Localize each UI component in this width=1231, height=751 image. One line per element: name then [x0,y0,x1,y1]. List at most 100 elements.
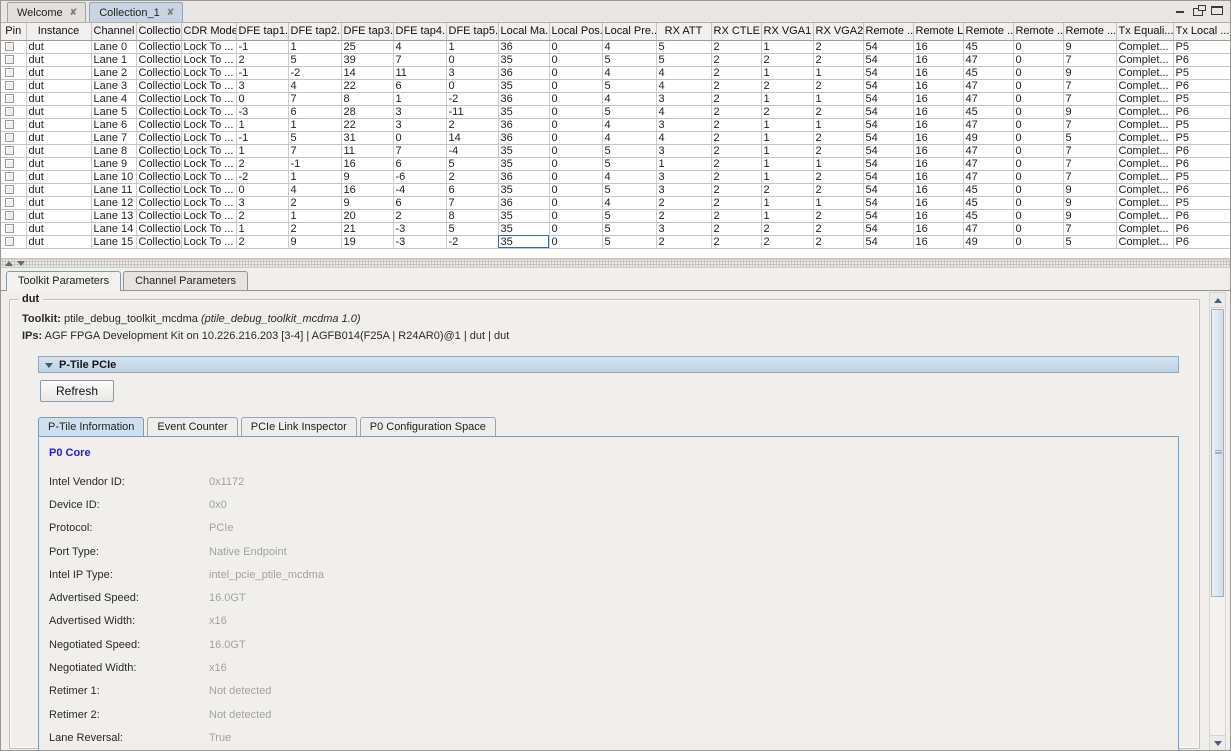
table-cell[interactable]: 16 [913,40,963,53]
table-cell[interactable]: 2 [711,79,761,92]
table-cell[interactable]: 2 [711,118,761,131]
table-cell[interactable]: P6 [1173,222,1230,235]
column-header[interactable]: Instance [26,23,91,40]
table-cell[interactable]: 54 [863,209,913,222]
tab-welcome[interactable]: Welcome ✘ [7,2,86,22]
table-cell[interactable]: -6 [393,170,446,183]
table-cell[interactable]: 25 [341,40,393,53]
table-cell[interactable]: 4 [288,79,341,92]
table-cell[interactable]: 45 [963,183,1013,196]
splitter-down-icon[interactable] [17,261,25,266]
table-cell[interactable]: 16 [913,92,963,105]
table-cell[interactable]: Lane 2 [91,66,136,79]
table-cell[interactable]: 16 [913,131,963,144]
column-header[interactable]: RX CTLE ... [711,23,761,40]
table-cell[interactable]: Lane 14 [91,222,136,235]
pin-checkbox[interactable] [5,185,14,194]
table-cell[interactable]: 5 [602,53,656,66]
table-cell[interactable]: -11 [446,105,498,118]
table-cell[interactable]: Complet... [1116,209,1173,222]
table-cell[interactable]: 3 [393,118,446,131]
table-cell[interactable]: Collectio... [136,144,181,157]
table-cell[interactable]: 0 [1013,40,1063,53]
table-cell[interactable]: 5 [602,222,656,235]
column-header[interactable]: Local Pre... [602,23,656,40]
table-cell[interactable]: 4 [656,131,711,144]
table-cell[interactable]: 1 [761,157,813,170]
column-header[interactable]: Collection [136,23,181,40]
table-cell[interactable]: Collectio... [136,183,181,196]
table-cell[interactable]: 2 [236,53,288,66]
table-cell[interactable]: 35 [498,105,549,118]
table-cell[interactable]: 0 [1013,222,1063,235]
column-header[interactable]: Remote L... [913,23,963,40]
column-header[interactable]: DFE tap1... [236,23,288,40]
table-cell[interactable]: Complet... [1116,92,1173,105]
table-cell[interactable]: 54 [863,144,913,157]
table-cell[interactable]: 1 [236,144,288,157]
refresh-button[interactable]: Refresh [40,380,114,402]
pin-checkbox[interactable] [5,224,14,233]
table-cell[interactable]: 7 [1063,92,1116,105]
tab-toolkit-parameters[interactable]: Toolkit Parameters [6,271,121,291]
table-cell[interactable]: 2 [711,131,761,144]
close-icon[interactable]: ✘ [70,8,78,17]
column-header[interactable]: Remote ... [1063,23,1116,40]
table-cell[interactable]: 0 [1013,170,1063,183]
table-cell[interactable]: 0 [393,131,446,144]
table-cell[interactable]: Lock To ... [181,144,236,157]
table-cell[interactable]: 2 [711,157,761,170]
table-cell[interactable]: 28 [341,105,393,118]
table-cell[interactable]: 2 [761,183,813,196]
table-cell[interactable]: P6 [1173,144,1230,157]
table-cell[interactable]: 4 [602,92,656,105]
table-cell[interactable]: 16 [913,144,963,157]
table-cell[interactable]: dut [26,66,91,79]
table-cell[interactable]: 0 [549,66,602,79]
scroll-up-icon[interactable] [1210,293,1225,308]
table-cell[interactable]: -1 [236,131,288,144]
table-cell[interactable]: 0 [1013,105,1063,118]
table-cell[interactable]: 36 [498,196,549,209]
table-cell[interactable]: P6 [1173,53,1230,66]
table-cell[interactable]: 1 [761,66,813,79]
table-cell[interactable]: 2 [656,235,711,248]
table-cell[interactable]: P6 [1173,209,1230,222]
table-cell[interactable]: 0 [549,209,602,222]
table-cell[interactable]: 54 [863,235,913,248]
table-cell[interactable]: 36 [498,118,549,131]
table-cell[interactable]: 49 [963,131,1013,144]
table-cell[interactable]: 47 [963,118,1013,131]
table-cell[interactable]: -1 [288,157,341,170]
vertical-scrollbar[interactable] [1209,292,1226,751]
table-cell[interactable]: 0 [549,118,602,131]
table-cell[interactable]: 2 [711,53,761,66]
table-cell[interactable]: 16 [913,66,963,79]
table-cell[interactable]: Collectio... [136,157,181,170]
table-cell[interactable]: P5 [1173,118,1230,131]
table-cell[interactable]: 2 [656,209,711,222]
pin-checkbox[interactable] [5,68,14,77]
table-cell[interactable]: -1 [236,66,288,79]
table-cell[interactable]: 5 [446,222,498,235]
table-cell[interactable]: 14 [446,131,498,144]
table-cell[interactable]: 4 [656,66,711,79]
table-cell[interactable]: 54 [863,66,913,79]
column-header[interactable]: Local Ma... [498,23,549,40]
table-cell[interactable]: 16 [341,183,393,196]
column-header[interactable]: Remote ... [1013,23,1063,40]
table-cell[interactable]: 3 [656,118,711,131]
table-cell[interactable]: 2 [446,118,498,131]
table-cell[interactable]: 2 [236,235,288,248]
table-cell[interactable]: 9 [1063,183,1116,196]
table-cell[interactable]: 0 [1013,183,1063,196]
table-cell[interactable]: Complet... [1116,157,1173,170]
table-cell[interactable]: 16 [913,170,963,183]
table-cell[interactable]: Lock To ... [181,170,236,183]
table-cell[interactable]: 9 [1063,40,1116,53]
table-cell[interactable]: 8 [446,209,498,222]
table-cell[interactable]: 54 [863,53,913,66]
table-cell[interactable]: 0 [1013,144,1063,157]
table-cell[interactable]: 4 [602,170,656,183]
table-cell[interactable]: 4 [602,40,656,53]
